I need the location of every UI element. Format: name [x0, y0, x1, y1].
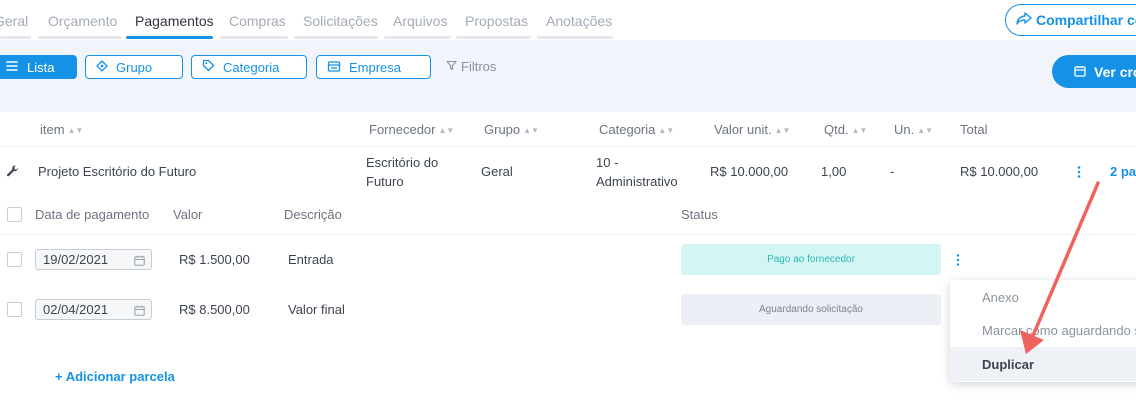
annotation-arrow — [1020, 181, 1100, 354]
